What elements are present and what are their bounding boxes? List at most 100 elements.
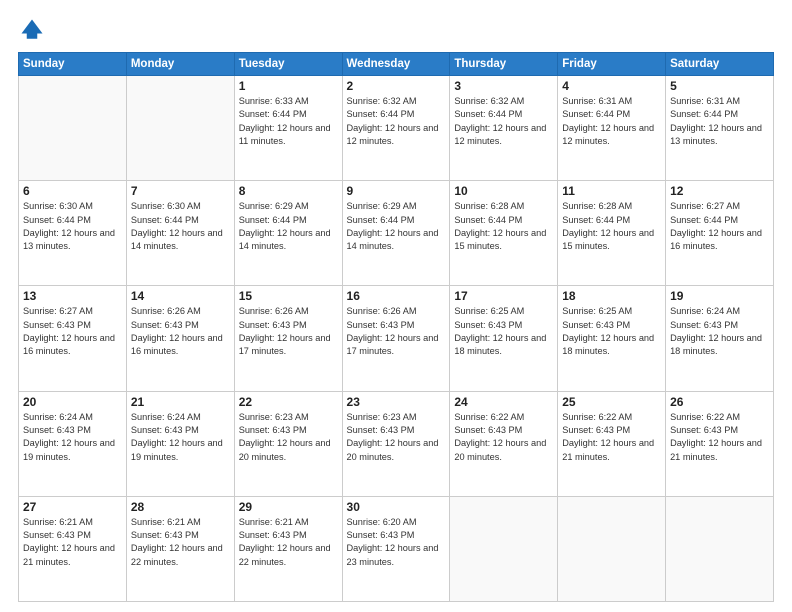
day-number: 1 (239, 79, 338, 93)
day-number: 7 (131, 184, 230, 198)
calendar-cell: 10 Sunrise: 6:28 AMSunset: 6:44 PMDayligh… (450, 181, 558, 286)
day-info: Sunrise: 6:31 AMSunset: 6:44 PMDaylight:… (562, 95, 661, 148)
day-info: Sunrise: 6:24 AMSunset: 6:43 PMDaylight:… (670, 305, 769, 358)
calendar-cell: 14 Sunrise: 6:26 AMSunset: 6:43 PMDayligh… (126, 286, 234, 391)
header (18, 16, 774, 44)
logo (18, 16, 50, 44)
day-number: 3 (454, 79, 553, 93)
day-number: 13 (23, 289, 122, 303)
calendar-table: SundayMondayTuesdayWednesdayThursdayFrid… (18, 52, 774, 602)
calendar-cell: 22 Sunrise: 6:23 AMSunset: 6:43 PMDayligh… (234, 391, 342, 496)
day-info: Sunrise: 6:23 AMSunset: 6:43 PMDaylight:… (347, 411, 446, 464)
calendar-cell: 27 Sunrise: 6:21 AMSunset: 6:43 PMDayligh… (19, 496, 127, 601)
calendar-cell: 16 Sunrise: 6:26 AMSunset: 6:43 PMDayligh… (342, 286, 450, 391)
day-info: Sunrise: 6:23 AMSunset: 6:43 PMDaylight:… (239, 411, 338, 464)
day-info: Sunrise: 6:28 AMSunset: 6:44 PMDaylight:… (454, 200, 553, 253)
day-info: Sunrise: 6:26 AMSunset: 6:43 PMDaylight:… (347, 305, 446, 358)
day-info: Sunrise: 6:21 AMSunset: 6:43 PMDaylight:… (23, 516, 122, 569)
calendar-header-row: SundayMondayTuesdayWednesdayThursdayFrid… (19, 53, 774, 76)
calendar-cell: 15 Sunrise: 6:26 AMSunset: 6:43 PMDayligh… (234, 286, 342, 391)
calendar-cell (450, 496, 558, 601)
day-number: 14 (131, 289, 230, 303)
col-header-saturday: Saturday (666, 53, 774, 76)
calendar-cell: 18 Sunrise: 6:25 AMSunset: 6:43 PMDayligh… (558, 286, 666, 391)
day-number: 20 (23, 395, 122, 409)
day-number: 16 (347, 289, 446, 303)
day-info: Sunrise: 6:24 AMSunset: 6:43 PMDaylight:… (23, 411, 122, 464)
day-info: Sunrise: 6:21 AMSunset: 6:43 PMDaylight:… (239, 516, 338, 569)
col-header-tuesday: Tuesday (234, 53, 342, 76)
calendar-week-row: 13 Sunrise: 6:27 AMSunset: 6:43 PMDayligh… (19, 286, 774, 391)
calendar-cell: 5 Sunrise: 6:31 AMSunset: 6:44 PMDaylight… (666, 76, 774, 181)
day-info: Sunrise: 6:32 AMSunset: 6:44 PMDaylight:… (454, 95, 553, 148)
day-number: 9 (347, 184, 446, 198)
day-info: Sunrise: 6:22 AMSunset: 6:43 PMDaylight:… (562, 411, 661, 464)
calendar-cell: 29 Sunrise: 6:21 AMSunset: 6:43 PMDayligh… (234, 496, 342, 601)
calendar-week-row: 20 Sunrise: 6:24 AMSunset: 6:43 PMDayligh… (19, 391, 774, 496)
day-number: 2 (347, 79, 446, 93)
day-info: Sunrise: 6:30 AMSunset: 6:44 PMDaylight:… (23, 200, 122, 253)
day-number: 23 (347, 395, 446, 409)
page: SundayMondayTuesdayWednesdayThursdayFrid… (0, 0, 792, 612)
day-info: Sunrise: 6:22 AMSunset: 6:43 PMDaylight:… (454, 411, 553, 464)
calendar-week-row: 1 Sunrise: 6:33 AMSunset: 6:44 PMDaylight… (19, 76, 774, 181)
day-number: 22 (239, 395, 338, 409)
calendar-cell: 7 Sunrise: 6:30 AMSunset: 6:44 PMDaylight… (126, 181, 234, 286)
day-info: Sunrise: 6:27 AMSunset: 6:43 PMDaylight:… (23, 305, 122, 358)
calendar-cell: 3 Sunrise: 6:32 AMSunset: 6:44 PMDaylight… (450, 76, 558, 181)
day-info: Sunrise: 6:21 AMSunset: 6:43 PMDaylight:… (131, 516, 230, 569)
calendar-cell: 21Sunrise: 6:24 AMSunset: 6:43 PMDayligh… (126, 391, 234, 496)
day-number: 19 (670, 289, 769, 303)
logo-icon (18, 16, 46, 44)
day-number: 29 (239, 500, 338, 514)
day-number: 10 (454, 184, 553, 198)
day-info: Sunrise: 6:32 AMSunset: 6:44 PMDaylight:… (347, 95, 446, 148)
day-number: 15 (239, 289, 338, 303)
day-number: 21 (131, 395, 230, 409)
day-info: Sunrise: 6:27 AMSunset: 6:44 PMDaylight:… (670, 200, 769, 253)
calendar-cell: 2 Sunrise: 6:32 AMSunset: 6:44 PMDaylight… (342, 76, 450, 181)
calendar-cell: 11Sunrise: 6:28 AMSunset: 6:44 PMDayligh… (558, 181, 666, 286)
calendar-cell: 24Sunrise: 6:22 AMSunset: 6:43 PMDayligh… (450, 391, 558, 496)
calendar-week-row: 27 Sunrise: 6:21 AMSunset: 6:43 PMDayligh… (19, 496, 774, 601)
calendar-cell: 17 Sunrise: 6:25 AMSunset: 6:43 PMDayligh… (450, 286, 558, 391)
day-info: Sunrise: 6:26 AMSunset: 6:43 PMDaylight:… (131, 305, 230, 358)
calendar-cell (126, 76, 234, 181)
day-info: Sunrise: 6:33 AMSunset: 6:44 PMDaylight:… (239, 95, 338, 148)
day-info: Sunrise: 6:25 AMSunset: 6:43 PMDaylight:… (454, 305, 553, 358)
day-info: Sunrise: 6:29 AMSunset: 6:44 PMDaylight:… (347, 200, 446, 253)
day-number: 6 (23, 184, 122, 198)
day-info: Sunrise: 6:30 AMSunset: 6:44 PMDaylight:… (131, 200, 230, 253)
day-info: Sunrise: 6:28 AMSunset: 6:44 PMDaylight:… (562, 200, 661, 253)
calendar-cell (558, 496, 666, 601)
calendar-cell: 19 Sunrise: 6:24 AMSunset: 6:43 PMDayligh… (666, 286, 774, 391)
day-number: 18 (562, 289, 661, 303)
calendar-cell: 13 Sunrise: 6:27 AMSunset: 6:43 PMDayligh… (19, 286, 127, 391)
day-number: 25 (562, 395, 661, 409)
col-header-monday: Monday (126, 53, 234, 76)
day-number: 17 (454, 289, 553, 303)
day-info: Sunrise: 6:26 AMSunset: 6:43 PMDaylight:… (239, 305, 338, 358)
day-number: 27 (23, 500, 122, 514)
calendar-cell: 28Sunrise: 6:21 AMSunset: 6:43 PMDayligh… (126, 496, 234, 601)
calendar-cell: 8Sunrise: 6:29 AMSunset: 6:44 PMDaylight… (234, 181, 342, 286)
day-info: Sunrise: 6:25 AMSunset: 6:43 PMDaylight:… (562, 305, 661, 358)
day-info: Sunrise: 6:31 AMSunset: 6:44 PMDaylight:… (670, 95, 769, 148)
col-header-sunday: Sunday (19, 53, 127, 76)
col-header-friday: Friday (558, 53, 666, 76)
day-info: Sunrise: 6:20 AMSunset: 6:43 PMDaylight:… (347, 516, 446, 569)
calendar-cell: 4Sunrise: 6:31 AMSunset: 6:44 PMDaylight… (558, 76, 666, 181)
calendar-cell: 9 Sunrise: 6:29 AMSunset: 6:44 PMDaylight… (342, 181, 450, 286)
calendar-cell: 23 Sunrise: 6:23 AMSunset: 6:43 PMDayligh… (342, 391, 450, 496)
calendar-cell: 20 Sunrise: 6:24 AMSunset: 6:43 PMDayligh… (19, 391, 127, 496)
calendar-week-row: 6 Sunrise: 6:30 AMSunset: 6:44 PMDaylight… (19, 181, 774, 286)
calendar-cell: 30 Sunrise: 6:20 AMSunset: 6:43 PMDayligh… (342, 496, 450, 601)
day-number: 5 (670, 79, 769, 93)
day-info: Sunrise: 6:29 AMSunset: 6:44 PMDaylight:… (239, 200, 338, 253)
calendar-cell: 26 Sunrise: 6:22 AMSunset: 6:43 PMDayligh… (666, 391, 774, 496)
calendar-cell: 1 Sunrise: 6:33 AMSunset: 6:44 PMDaylight… (234, 76, 342, 181)
day-number: 26 (670, 395, 769, 409)
col-header-thursday: Thursday (450, 53, 558, 76)
day-info: Sunrise: 6:22 AMSunset: 6:43 PMDaylight:… (670, 411, 769, 464)
day-number: 30 (347, 500, 446, 514)
